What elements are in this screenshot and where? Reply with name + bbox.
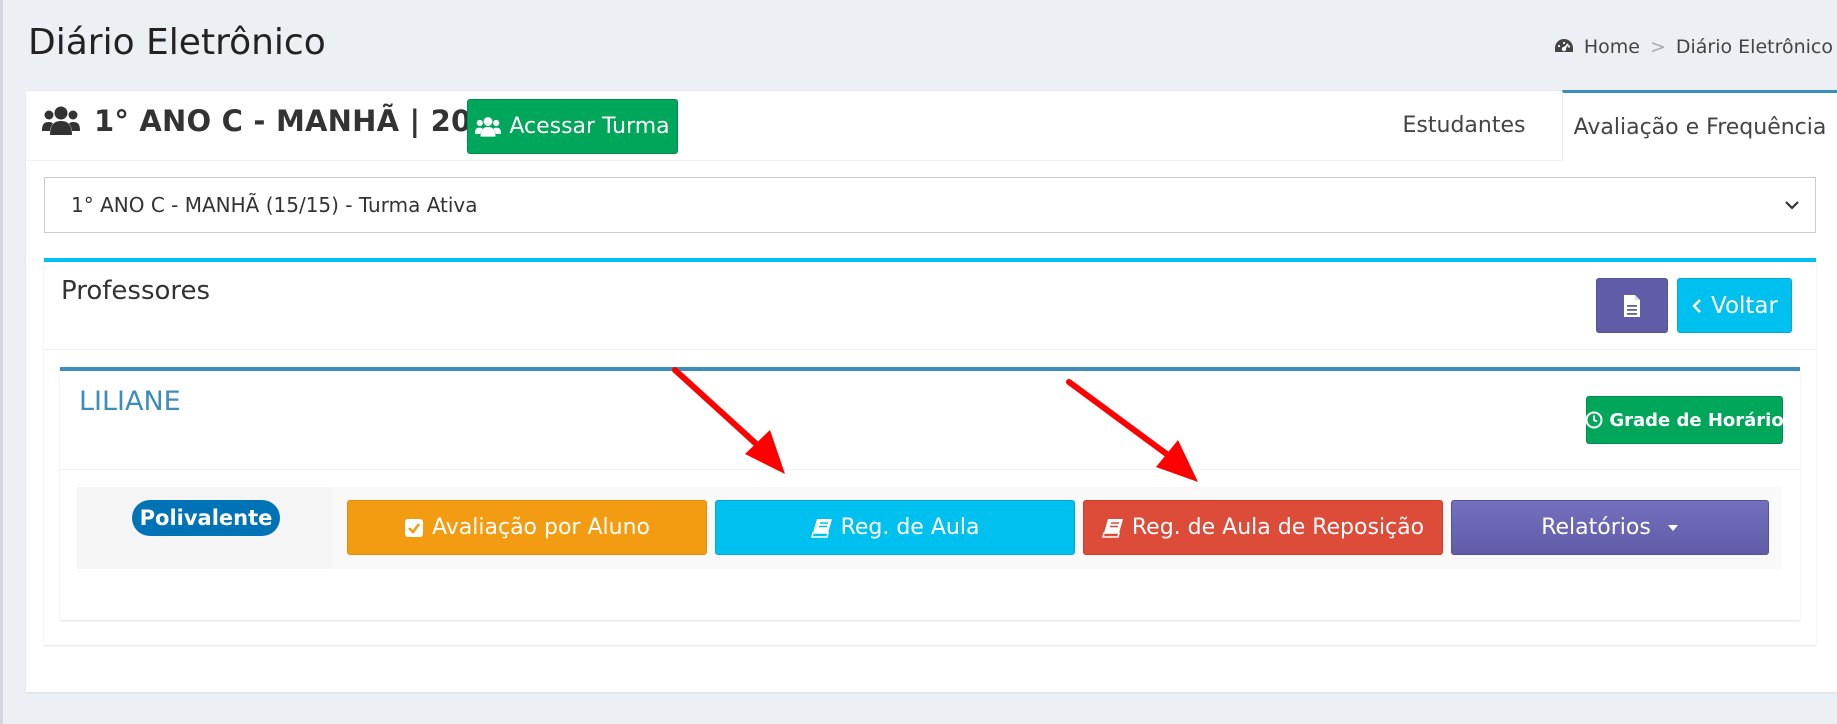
breadcrumb-home-link[interactable]: Home <box>1584 36 1640 58</box>
schedule-grid-button[interactable]: Grade de Horário <box>1585 396 1784 444</box>
back-button[interactable]: Voltar <box>1677 278 1792 333</box>
class-select-value: 1° ANO C - MANHÃ (15/15) - Turma Ativa <box>71 193 478 217</box>
schedule-grid-label: Grade de Horário <box>1609 409 1784 431</box>
professores-divider <box>44 349 1816 350</box>
tab-bar: Estudantes Avaliação e Frequência <box>1366 90 1837 161</box>
chevron-down-icon <box>1783 196 1801 214</box>
file-text-icon <box>1622 294 1642 318</box>
check-square-icon <box>404 518 424 538</box>
tab-avaliacao-frequencia[interactable]: Avaliação e Frequência <box>1562 90 1837 161</box>
users-icon <box>475 116 502 138</box>
teacher-name: LILIANE <box>79 386 181 417</box>
class-record-button[interactable]: Reg. de Aula <box>715 500 1075 555</box>
breadcrumb-separator: > <box>1649 36 1666 58</box>
book-icon <box>810 518 833 538</box>
clock-icon <box>1585 411 1603 429</box>
dashboard-icon <box>1554 38 1574 56</box>
reports-dropdown-button[interactable]: Relatórios <box>1451 500 1769 555</box>
document-button[interactable] <box>1596 278 1668 333</box>
tab-estudantes[interactable]: Estudantes <box>1366 90 1562 161</box>
student-evaluation-label: Avaliação por Aluno <box>432 515 650 540</box>
class-select[interactable]: 1° ANO C - MANHÃ (15/15) - Turma Ativa <box>44 177 1816 233</box>
left-edge <box>0 0 3 724</box>
breadcrumb: Home > Diário Eletrônico <box>1554 36 1833 58</box>
users-icon <box>42 105 80 137</box>
teacher-divider <box>60 469 1800 470</box>
professores-title: Professores <box>61 276 211 306</box>
caret-down-icon <box>1667 524 1679 532</box>
access-class-label: Acessar Turma <box>509 114 670 139</box>
page-title: Diário Eletrônico <box>28 22 326 63</box>
access-class-button[interactable]: Acessar Turma <box>467 99 678 154</box>
reports-label: Relatórios <box>1541 515 1651 540</box>
chevron-left-icon <box>1691 298 1703 314</box>
makeup-class-record-button[interactable]: Reg. de Aula de Reposição <box>1083 500 1443 555</box>
student-evaluation-button[interactable]: Avaliação por Aluno <box>347 500 707 555</box>
back-button-label: Voltar <box>1711 292 1778 319</box>
book-icon <box>1101 518 1124 538</box>
turma-header: 1° ANO C - MANHÃ | 2025 <box>42 104 512 138</box>
subject-badge: Polivalente <box>132 500 280 536</box>
breadcrumb-current: Diário Eletrônico <box>1675 36 1833 58</box>
class-record-label: Reg. de Aula <box>840 515 980 540</box>
turma-title: 1° ANO C - MANHÃ | 2025 <box>94 104 513 138</box>
makeup-class-record-label: Reg. de Aula de Reposição <box>1131 515 1425 540</box>
header-divider <box>26 160 1563 161</box>
